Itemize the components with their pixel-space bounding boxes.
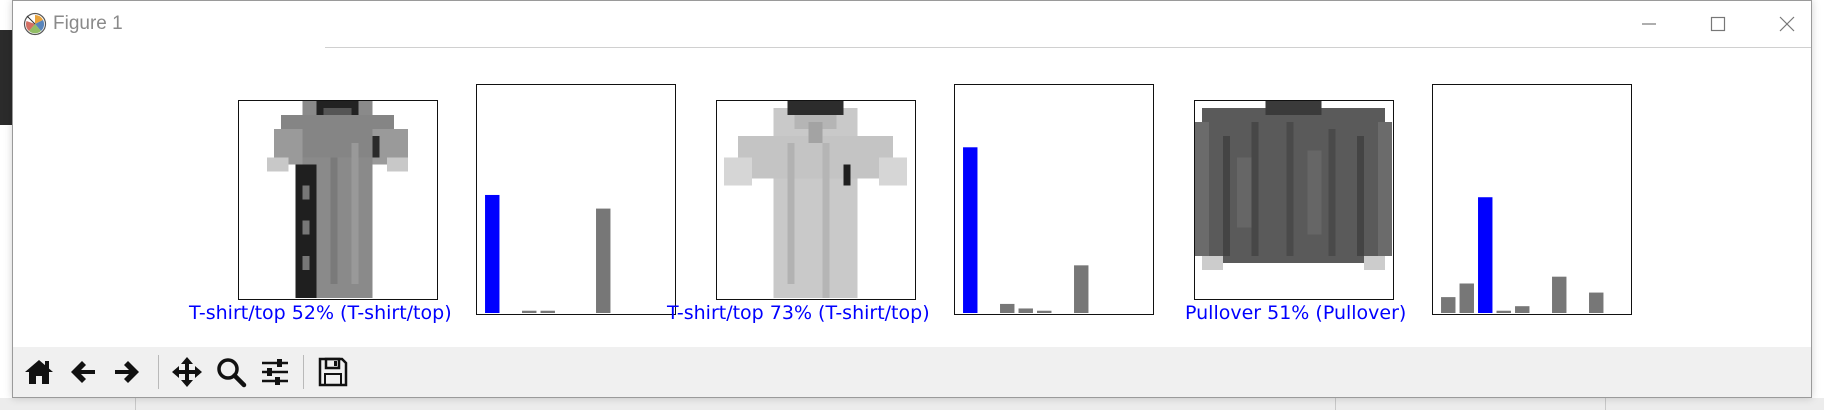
matplotlib-app-icon (23, 12, 47, 36)
toolbar-separator (158, 355, 159, 389)
bar-class-2 (1000, 303, 1015, 313)
image-axes-1 (238, 100, 438, 300)
image-axes-2 (716, 100, 916, 300)
bar-class-4 (1515, 306, 1530, 313)
bar-class-4 (1037, 310, 1052, 313)
arrow-left-icon (71, 361, 95, 383)
home-icon (25, 360, 53, 384)
bar-class-2 (522, 310, 537, 313)
background-window-bottom (0, 398, 1824, 410)
minimize-button[interactable] (1621, 9, 1677, 39)
close-button[interactable] (1759, 9, 1815, 39)
magnifier-icon (217, 358, 247, 388)
pan-button[interactable] (165, 351, 209, 393)
prediction-bar-plot-2 (963, 147, 1089, 313)
toolbar-separator (303, 355, 304, 389)
figure-window: Figure 1 T-shirt/top 52% (T-shirt/top) T… (12, 0, 1812, 398)
image-caption-3: Pullover 51% (Pullover) (1185, 302, 1407, 324)
close-icon (1779, 16, 1795, 32)
forward-button[interactable] (105, 351, 149, 393)
bar-class-6 (596, 208, 611, 313)
prediction-chart-2 (954, 84, 1154, 315)
image-caption-1: T-shirt/top 52% (T-shirt/top) (189, 302, 452, 324)
image-axes-3 (1194, 100, 1394, 300)
bar-class-0 (485, 194, 500, 313)
prediction-chart-1 (476, 84, 676, 315)
background-desktop-edge (1812, 0, 1824, 410)
arrow-right-icon (115, 361, 139, 383)
bar-class-0 (1441, 297, 1456, 313)
zoom-button[interactable] (209, 351, 253, 393)
tshirt-image (239, 101, 436, 298)
bar-class-3 (1496, 310, 1511, 313)
image-caption-2: T-shirt/top 73% (T-shirt/top) (667, 302, 930, 324)
navigation-toolbar (13, 347, 1811, 397)
bar-class-1 (1459, 283, 1474, 313)
polo-shirt-image (717, 101, 914, 298)
prediction-chart-3 (1432, 84, 1632, 315)
maximize-button[interactable] (1690, 9, 1746, 39)
back-button[interactable] (61, 351, 105, 393)
configure-subplots-button[interactable] (253, 351, 297, 393)
window-title: Figure 1 (53, 13, 123, 34)
bar-class-6 (1552, 276, 1567, 313)
minimize-icon (1642, 23, 1656, 25)
bar-class-8 (1589, 292, 1604, 313)
floppy-disk-icon (318, 357, 348, 387)
home-button[interactable] (17, 351, 61, 393)
sliders-icon (262, 359, 288, 385)
bar-class-3 (1018, 308, 1033, 313)
bar-class-3 (540, 310, 555, 313)
bar-class-2 (1478, 197, 1493, 313)
maximize-icon (1710, 16, 1726, 32)
move-icon (172, 357, 202, 387)
bar-class-0 (963, 147, 978, 313)
prediction-bar-plot-3 (1441, 197, 1604, 313)
title-bar[interactable]: Figure 1 (13, 1, 1811, 47)
save-button[interactable] (311, 351, 355, 393)
pullover-image (1195, 101, 1392, 298)
bar-class-6 (1074, 265, 1089, 313)
figure-canvas[interactable]: T-shirt/top 52% (T-shirt/top) T-shirt/to… (13, 48, 1811, 344)
prediction-bar-plot-1 (485, 194, 611, 313)
